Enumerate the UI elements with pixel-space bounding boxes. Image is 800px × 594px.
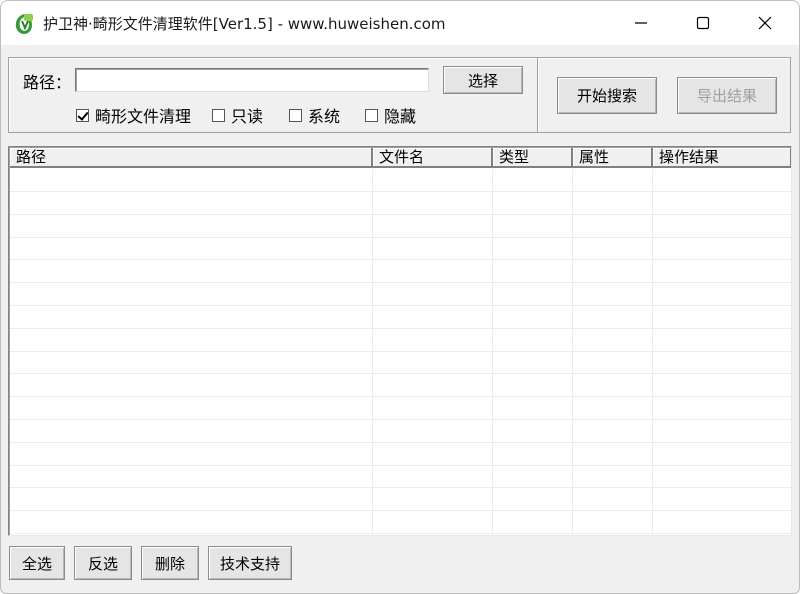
- row-gridline: [10, 373, 791, 374]
- results-list[interactable]: 路径 文件名 类型 属性 操作结果: [8, 146, 792, 536]
- column-header-type[interactable]: 类型: [493, 148, 573, 168]
- row-gridline: [10, 351, 791, 352]
- row-gridline: [10, 510, 791, 511]
- minimize-button[interactable]: [611, 1, 671, 45]
- window-title: 护卫神·畸形文件清理软件[Ver1.5] - www.huweishen.com: [43, 15, 446, 33]
- option-system[interactable]: 系统: [289, 105, 341, 126]
- row-gridline: [10, 328, 791, 329]
- option-readonly[interactable]: 只读: [212, 105, 264, 126]
- export-results-button[interactable]: 导出结果: [677, 77, 777, 114]
- option-label: 隐藏: [384, 107, 417, 126]
- close-icon: [758, 16, 772, 30]
- minimize-icon: [635, 22, 647, 24]
- option-hidden[interactable]: 隐藏: [365, 105, 417, 126]
- list-header: 路径 文件名 类型 属性 操作结果: [10, 148, 791, 168]
- column-divider: [372, 169, 373, 535]
- tech-support-button[interactable]: 技术支持: [208, 546, 292, 580]
- path-input[interactable]: [75, 68, 429, 92]
- row-gridline: [10, 305, 791, 306]
- column-divider: [652, 169, 653, 535]
- maximize-icon: [696, 16, 710, 30]
- row-gridline: [10, 396, 791, 397]
- delete-button[interactable]: 删除: [141, 546, 199, 580]
- row-gridline: [10, 237, 791, 238]
- row-gridline: [10, 419, 791, 420]
- checkbox-system[interactable]: [289, 108, 302, 122]
- maximize-button[interactable]: [673, 1, 733, 45]
- checkbox-hidden[interactable]: [365, 108, 378, 122]
- start-search-button[interactable]: 开始搜索: [557, 77, 657, 114]
- row-gridline: [10, 282, 791, 283]
- column-header-path[interactable]: 路径: [10, 148, 373, 168]
- option-label: 系统: [308, 107, 341, 126]
- row-gridline: [10, 191, 791, 192]
- row-gridline: [10, 442, 791, 443]
- row-gridline: [10, 214, 791, 215]
- list-body[interactable]: [10, 169, 791, 535]
- invert-selection-button[interactable]: 反选: [74, 546, 132, 580]
- title-bar[interactable]: 护卫神·畸形文件清理软件[Ver1.5] - www.huweishen.com: [1, 1, 799, 45]
- column-header-attributes[interactable]: 属性: [573, 148, 653, 168]
- row-gridline: [10, 533, 791, 534]
- leaf-shield-icon: [15, 14, 33, 34]
- checkbox-readonly[interactable]: [212, 108, 225, 122]
- path-label: 路径：: [23, 73, 72, 92]
- column-header-result[interactable]: 操作结果: [653, 148, 791, 168]
- option-malformed-clean[interactable]: 畸形文件清理: [76, 105, 192, 126]
- option-label: 只读: [231, 107, 264, 126]
- column-header-filename[interactable]: 文件名: [373, 148, 493, 168]
- column-divider: [492, 169, 493, 535]
- select-path-button[interactable]: 选择: [443, 66, 523, 94]
- option-label: 畸形文件清理: [95, 107, 192, 126]
- row-gridline: [10, 259, 791, 260]
- close-button[interactable]: [735, 1, 795, 45]
- checkbox-malformed-clean[interactable]: [76, 108, 89, 122]
- column-divider: [572, 169, 573, 535]
- app-window: 护卫神·畸形文件清理软件[Ver1.5] - www.huweishen.com…: [0, 0, 800, 594]
- row-gridline: [10, 487, 791, 488]
- select-all-button[interactable]: 全选: [9, 546, 65, 580]
- row-gridline: [10, 465, 791, 466]
